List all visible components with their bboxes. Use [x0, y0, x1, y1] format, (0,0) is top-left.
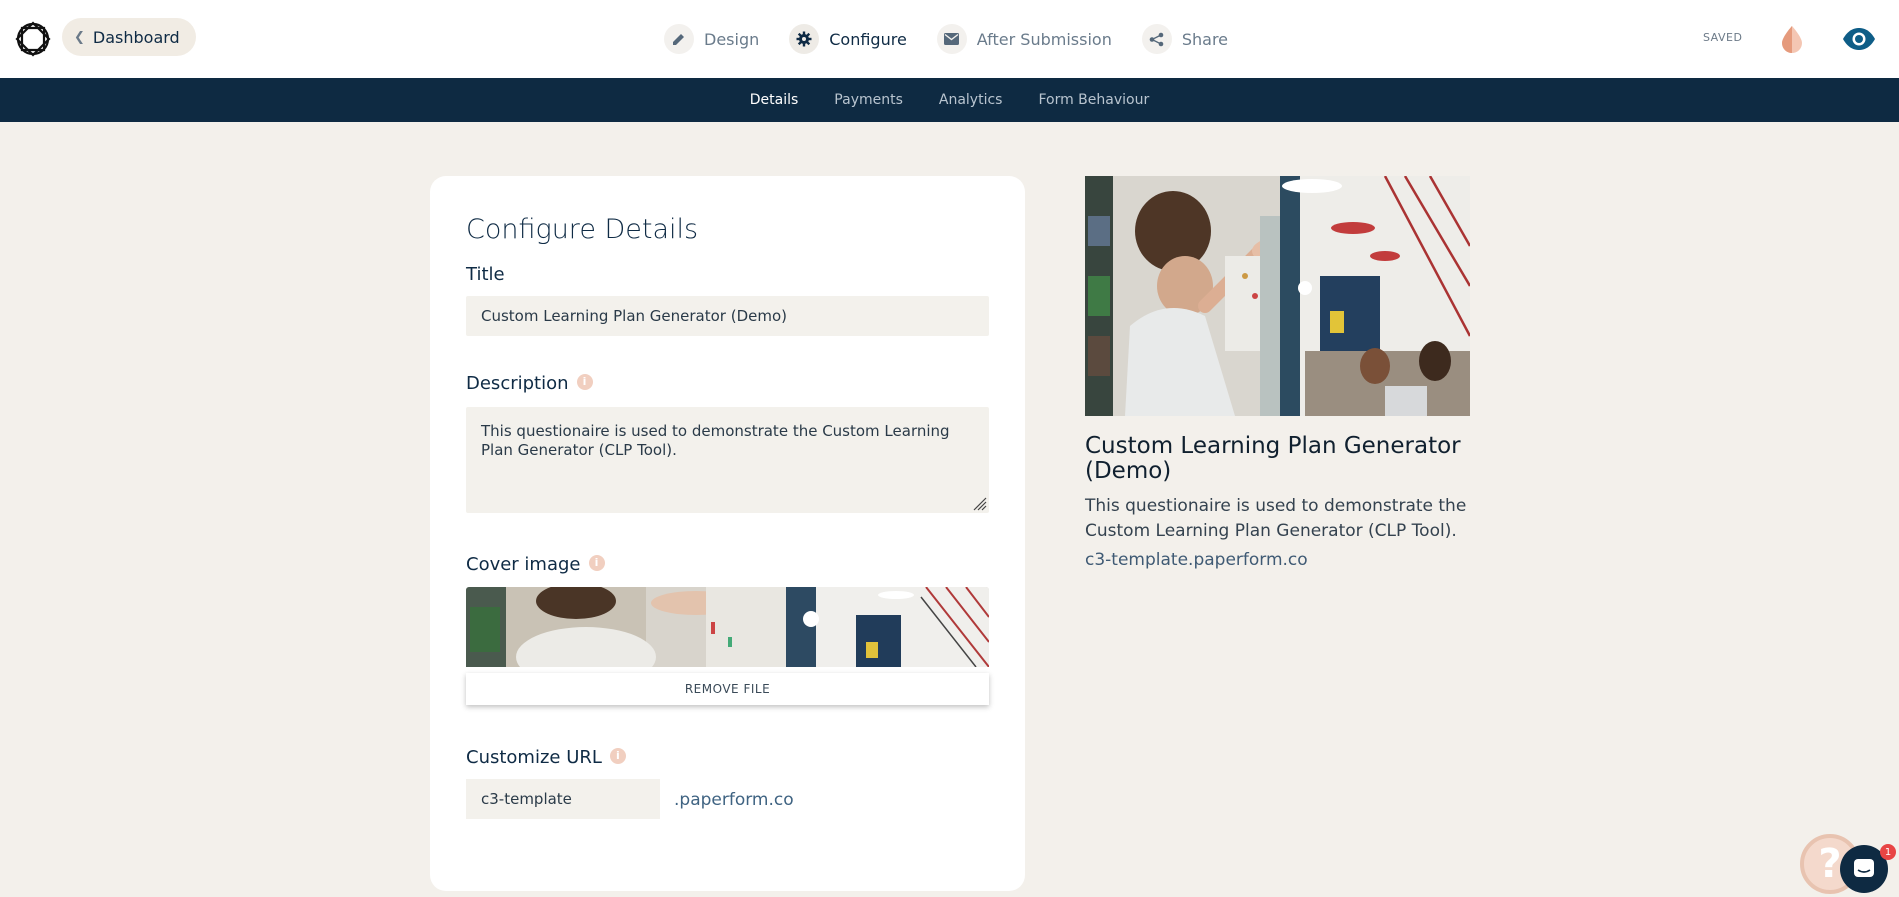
subtab-details[interactable]: Details — [750, 92, 799, 108]
page-title: Configure Details — [466, 214, 699, 245]
subtab-payments[interactable]: Payments — [834, 92, 903, 108]
dashboard-label: Dashboard — [92, 27, 180, 47]
info-icon[interactable]: i — [588, 554, 605, 571]
tab-design[interactable]: Design — [664, 24, 759, 54]
sub-navigation: Details Payments Analytics Form Behaviou… — [0, 78, 1899, 122]
preview-description: This questionaire is used to demonstrate… — [1085, 496, 1467, 541]
preview-title: Custom Learning Plan Generator (Demo) — [1085, 433, 1461, 484]
description-text: This questionaire is used to demonstrate… — [481, 422, 950, 459]
tab-after-submission[interactable]: After Submission — [936, 24, 1112, 54]
title-label-text: Title — [466, 264, 505, 285]
cover-image-label: Cover image i — [466, 554, 605, 575]
url-slug-input[interactable]: c3-template — [466, 779, 660, 819]
url-suffix: .paperform.co — [674, 790, 794, 810]
cover-image-label-text: Cover image — [466, 554, 581, 575]
title-input[interactable] — [466, 296, 989, 336]
customize-url-label: Customize URL i — [466, 747, 626, 768]
cover-image-thumbnail — [466, 587, 989, 667]
dashboard-button[interactable]: ❮ Dashboard — [62, 18, 196, 56]
chat-unread-badge: 1 — [1880, 844, 1896, 860]
subtab-form-behaviour[interactable]: Form Behaviour — [1038, 92, 1149, 108]
subtab-analytics[interactable]: Analytics — [939, 92, 1003, 108]
theme-drop-icon[interactable] — [1778, 24, 1806, 54]
gear-icon — [789, 24, 820, 54]
description-label: Description i — [466, 373, 593, 394]
preview-cover-image — [1085, 176, 1470, 416]
top-bar: ❮ Dashboard Design Configure After Submi… — [0, 0, 1899, 78]
paperform-logo-icon[interactable] — [14, 20, 52, 58]
tab-share[interactable]: Share — [1141, 24, 1229, 54]
resize-handle-icon[interactable] — [971, 495, 987, 511]
question-mark-icon: ? — [1818, 841, 1842, 887]
description-textarea[interactable]: This questionaire is used to demonstrate… — [466, 407, 989, 513]
title-label: Title — [466, 264, 505, 285]
tab-design-label: Design — [704, 29, 760, 49]
chat-icon — [1854, 859, 1874, 877]
customize-url-label-text: Customize URL — [466, 747, 602, 768]
tab-share-label: Share — [1181, 29, 1229, 49]
remove-file-button[interactable]: REMOVE FILE — [466, 673, 989, 705]
pencil-icon — [664, 24, 694, 54]
info-icon[interactable]: i — [576, 373, 593, 390]
share-icon — [1141, 24, 1172, 54]
tab-configure[interactable]: Configure — [789, 24, 907, 54]
main-tabs: Design Configure After Submission Share — [664, 20, 1258, 58]
chevron-left-icon: ❮ — [74, 29, 85, 45]
saved-status: SAVED — [1703, 31, 1743, 44]
preview-eye-icon[interactable] — [1842, 26, 1876, 52]
info-icon[interactable]: i — [609, 747, 626, 764]
configure-details-card: Configure Details Title Description i Th… — [430, 176, 1025, 891]
preview-url[interactable]: c3-template.paperform.co — [1085, 550, 1308, 570]
description-label-text: Description — [466, 373, 569, 394]
tab-configure-label: Configure — [829, 29, 907, 49]
envelope-icon — [936, 24, 967, 54]
tab-after-submission-label: After Submission — [976, 29, 1112, 49]
